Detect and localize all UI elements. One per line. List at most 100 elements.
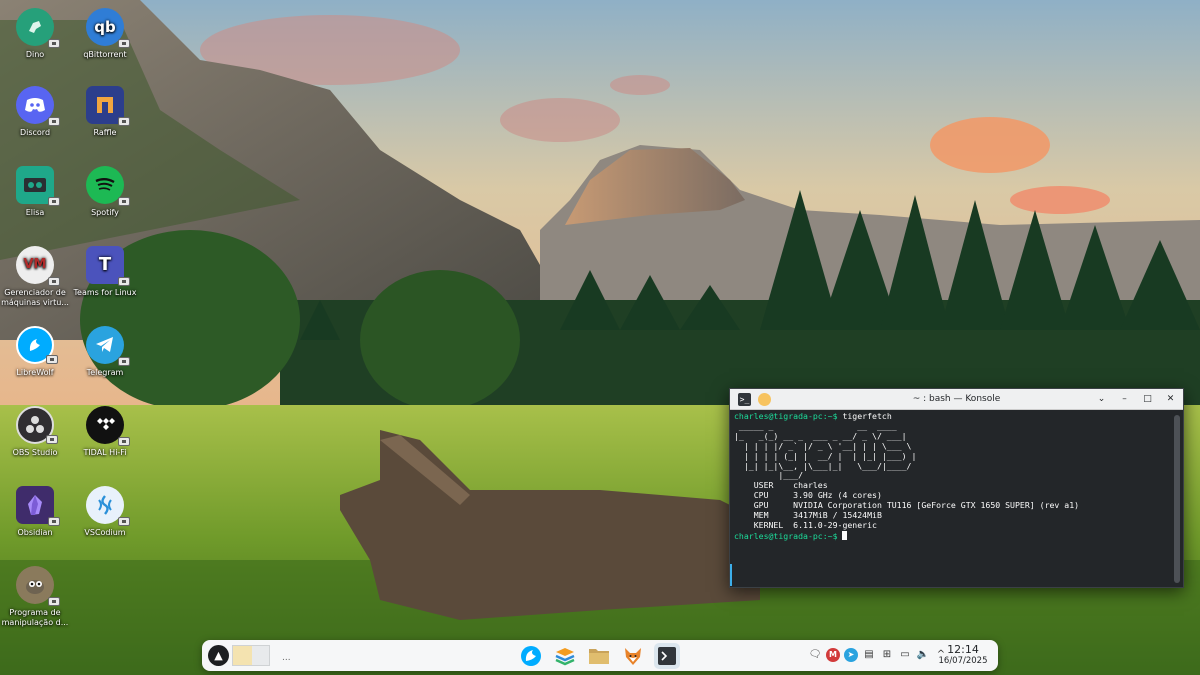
task-files[interactable] xyxy=(586,643,612,669)
desktop-icon-label: Teams for Linux xyxy=(73,288,137,297)
terminal-prompt: charles@tigrada-pc:~$ xyxy=(734,530,838,541)
task-librewolf[interactable] xyxy=(518,643,544,669)
ascii-art-line: |___/ xyxy=(734,470,917,481)
telegram-icon xyxy=(86,326,130,366)
elisa-icon xyxy=(16,166,60,206)
desktop-icon-label: TIDAL Hi-Fi xyxy=(83,448,127,457)
terminal-command: tigerfetch xyxy=(842,411,892,421)
mail-tray-icon[interactable]: M xyxy=(826,648,840,662)
spotify-icon xyxy=(86,166,130,206)
info-key-cpu: CPU xyxy=(753,490,769,501)
qbittorrent-icon: qb xyxy=(86,8,130,48)
desktop-icon-label: Spotify xyxy=(91,208,119,217)
focus-indicator xyxy=(730,564,732,586)
terminal-scrollbar[interactable] xyxy=(1174,415,1180,583)
info-key-mem: MEM xyxy=(753,510,769,521)
desktop-icon-teams[interactable]: T Teams for Linux xyxy=(70,246,140,298)
desktop-icon-dino[interactable]: Dino xyxy=(0,8,70,60)
konsole-window[interactable]: >_ ~ : bash — Konsole ⌄ – □ ✕ charles@ti… xyxy=(729,388,1184,588)
panel-clock[interactable]: 12:14 16/07/2025 xyxy=(936,643,990,667)
terminal-output[interactable]: charles@tigrada-pc:~$ tigerfetch _____ _… xyxy=(730,410,1171,587)
desktop-icon-spotify[interactable]: Spotify xyxy=(70,166,140,218)
desktop-icon-label: Gerenciador de máquinas virtu... xyxy=(1,288,69,307)
desktop-2-thumb[interactable] xyxy=(252,646,269,665)
librewolf-icon xyxy=(521,646,541,666)
raffle-icon xyxy=(86,86,130,126)
virt-manager-icon: VM xyxy=(16,246,60,286)
ascii-art-line: | | | | (_| | __/ | | |_| |___) | xyxy=(734,450,917,461)
desktop-icon-label: Raffle xyxy=(93,128,117,137)
tidal-icon xyxy=(86,406,130,446)
window-titlebar[interactable]: >_ ~ : bash — Konsole ⌄ – □ ✕ xyxy=(730,389,1183,410)
keep-above-button[interactable] xyxy=(758,392,771,406)
desktop-icon-raffle[interactable]: Raffle xyxy=(70,86,140,138)
discord-icon xyxy=(16,86,60,126)
volume-tray-icon[interactable]: 🔈 xyxy=(916,648,930,662)
virtual-desktop-pager[interactable] xyxy=(232,645,270,666)
desktop-icon-obsidian[interactable]: Obsidian xyxy=(0,486,70,538)
desktop-icon-label: Telegram xyxy=(86,368,124,377)
notes-tray-icon[interactable]: 🗨 xyxy=(808,648,822,662)
ascii-art-line: _____ _ __ ____ xyxy=(734,420,907,431)
info-key-gpu: GPU xyxy=(753,500,769,511)
gimp-icon xyxy=(16,566,60,606)
ascii-art-line: |_ _(_) __ _ ___ _ __/ _ \/ ___| xyxy=(734,430,912,441)
obs-icon xyxy=(16,406,58,444)
text-cursor xyxy=(842,530,848,540)
info-value-gpu: NVIDIA Corporation TU116 [GeForce GTX 16… xyxy=(793,500,1080,511)
desktop-icon-obs[interactable]: OBS Studio xyxy=(0,406,70,458)
desktop-icon-label: OBS Studio xyxy=(12,448,58,457)
ascii-art-line: |_| |_|\__, |\___|_| \___/|____/ xyxy=(734,460,917,471)
desktop-icon-vscodium[interactable]: VSCodium xyxy=(70,486,140,538)
desktop-icon-label: Discord xyxy=(19,128,51,137)
app-launcher-icon[interactable]: ▲ xyxy=(208,645,229,666)
konsole-icon xyxy=(658,647,676,665)
taskbar-panel: ▲ ... 🗨 M ➤ ▤ ⊞ ▭ 🔈 ^ 12:14 16/07/2025 xyxy=(202,640,998,671)
desktop-icon-qbittorrent[interactable]: qb qBittorrent xyxy=(70,8,140,60)
clock-time: 12:14 xyxy=(947,643,979,656)
vscodium-icon xyxy=(86,486,130,526)
desktop-icon-label: LibreWolf xyxy=(16,368,54,377)
dino-icon xyxy=(16,8,60,48)
desktop-icon-elisa[interactable]: Elisa xyxy=(0,166,70,218)
files-icon xyxy=(589,649,609,664)
terminal-app-icon[interactable]: >_ xyxy=(738,392,751,406)
panel-spacer: ... xyxy=(282,653,291,663)
info-value-kernel: 6.11.0-29-generic xyxy=(793,519,877,530)
librewolf-icon xyxy=(16,326,58,364)
desktop-icon-label: Obsidian xyxy=(17,528,53,537)
info-value-user: charles xyxy=(793,480,828,491)
desktop-1-thumb[interactable] xyxy=(233,646,252,665)
desktop-icon-gimp[interactable]: Programa de manipulação d... xyxy=(0,566,70,628)
task-fox-app[interactable] xyxy=(620,643,646,669)
desktop-icon-virt-manager[interactable]: VM Gerenciador de máquinas virtu... xyxy=(0,246,70,308)
chevron-down-icon[interactable]: ⌄ xyxy=(1095,393,1108,406)
desktop-icon-label: VSCodium xyxy=(84,528,126,537)
ascii-art-line: | | | |/ _` |/ _ \ '__| | | \___ \ xyxy=(734,440,917,451)
desktop-icon-label: Elisa xyxy=(25,208,45,217)
desktop-icon-tidal[interactable]: TIDAL Hi-Fi xyxy=(70,406,140,458)
task-stack-app[interactable] xyxy=(552,643,578,669)
terminal-prompt: charles@tigrada-pc:~$ xyxy=(734,411,838,421)
display-tray-icon[interactable]: ▭ xyxy=(898,648,912,662)
clock-date: 16/07/2025 xyxy=(938,656,988,666)
desktop-icon-label: Dino xyxy=(25,50,45,59)
desktop-icon-label: Programa de manipulação d... xyxy=(1,608,69,627)
info-value-cpu: 3.90 GHz (4 cores) xyxy=(793,490,882,501)
info-key-user: USER xyxy=(753,480,774,491)
task-konsole[interactable] xyxy=(654,643,680,669)
desktop-icon-telegram[interactable]: Telegram xyxy=(70,326,140,378)
telegram-tray-icon[interactable]: ➤ xyxy=(844,648,858,662)
info-key-kernel: KERNEL xyxy=(753,519,784,530)
clipboard-tray-icon[interactable]: ▤ xyxy=(862,648,876,662)
fox-icon xyxy=(625,648,641,665)
close-icon[interactable]: ✕ xyxy=(1164,393,1177,406)
stack-icon xyxy=(555,648,575,666)
minimize-icon[interactable]: – xyxy=(1118,393,1131,406)
desktop-icon-discord[interactable]: Discord xyxy=(0,86,70,138)
obsidian-icon xyxy=(16,486,60,526)
maximize-icon[interactable]: □ xyxy=(1141,393,1154,406)
desktop-icon-label: qBittorrent xyxy=(83,50,127,59)
desktop-icon-librewolf[interactable]: LibreWolf xyxy=(0,326,70,378)
network-tray-icon[interactable]: ⊞ xyxy=(880,648,894,662)
